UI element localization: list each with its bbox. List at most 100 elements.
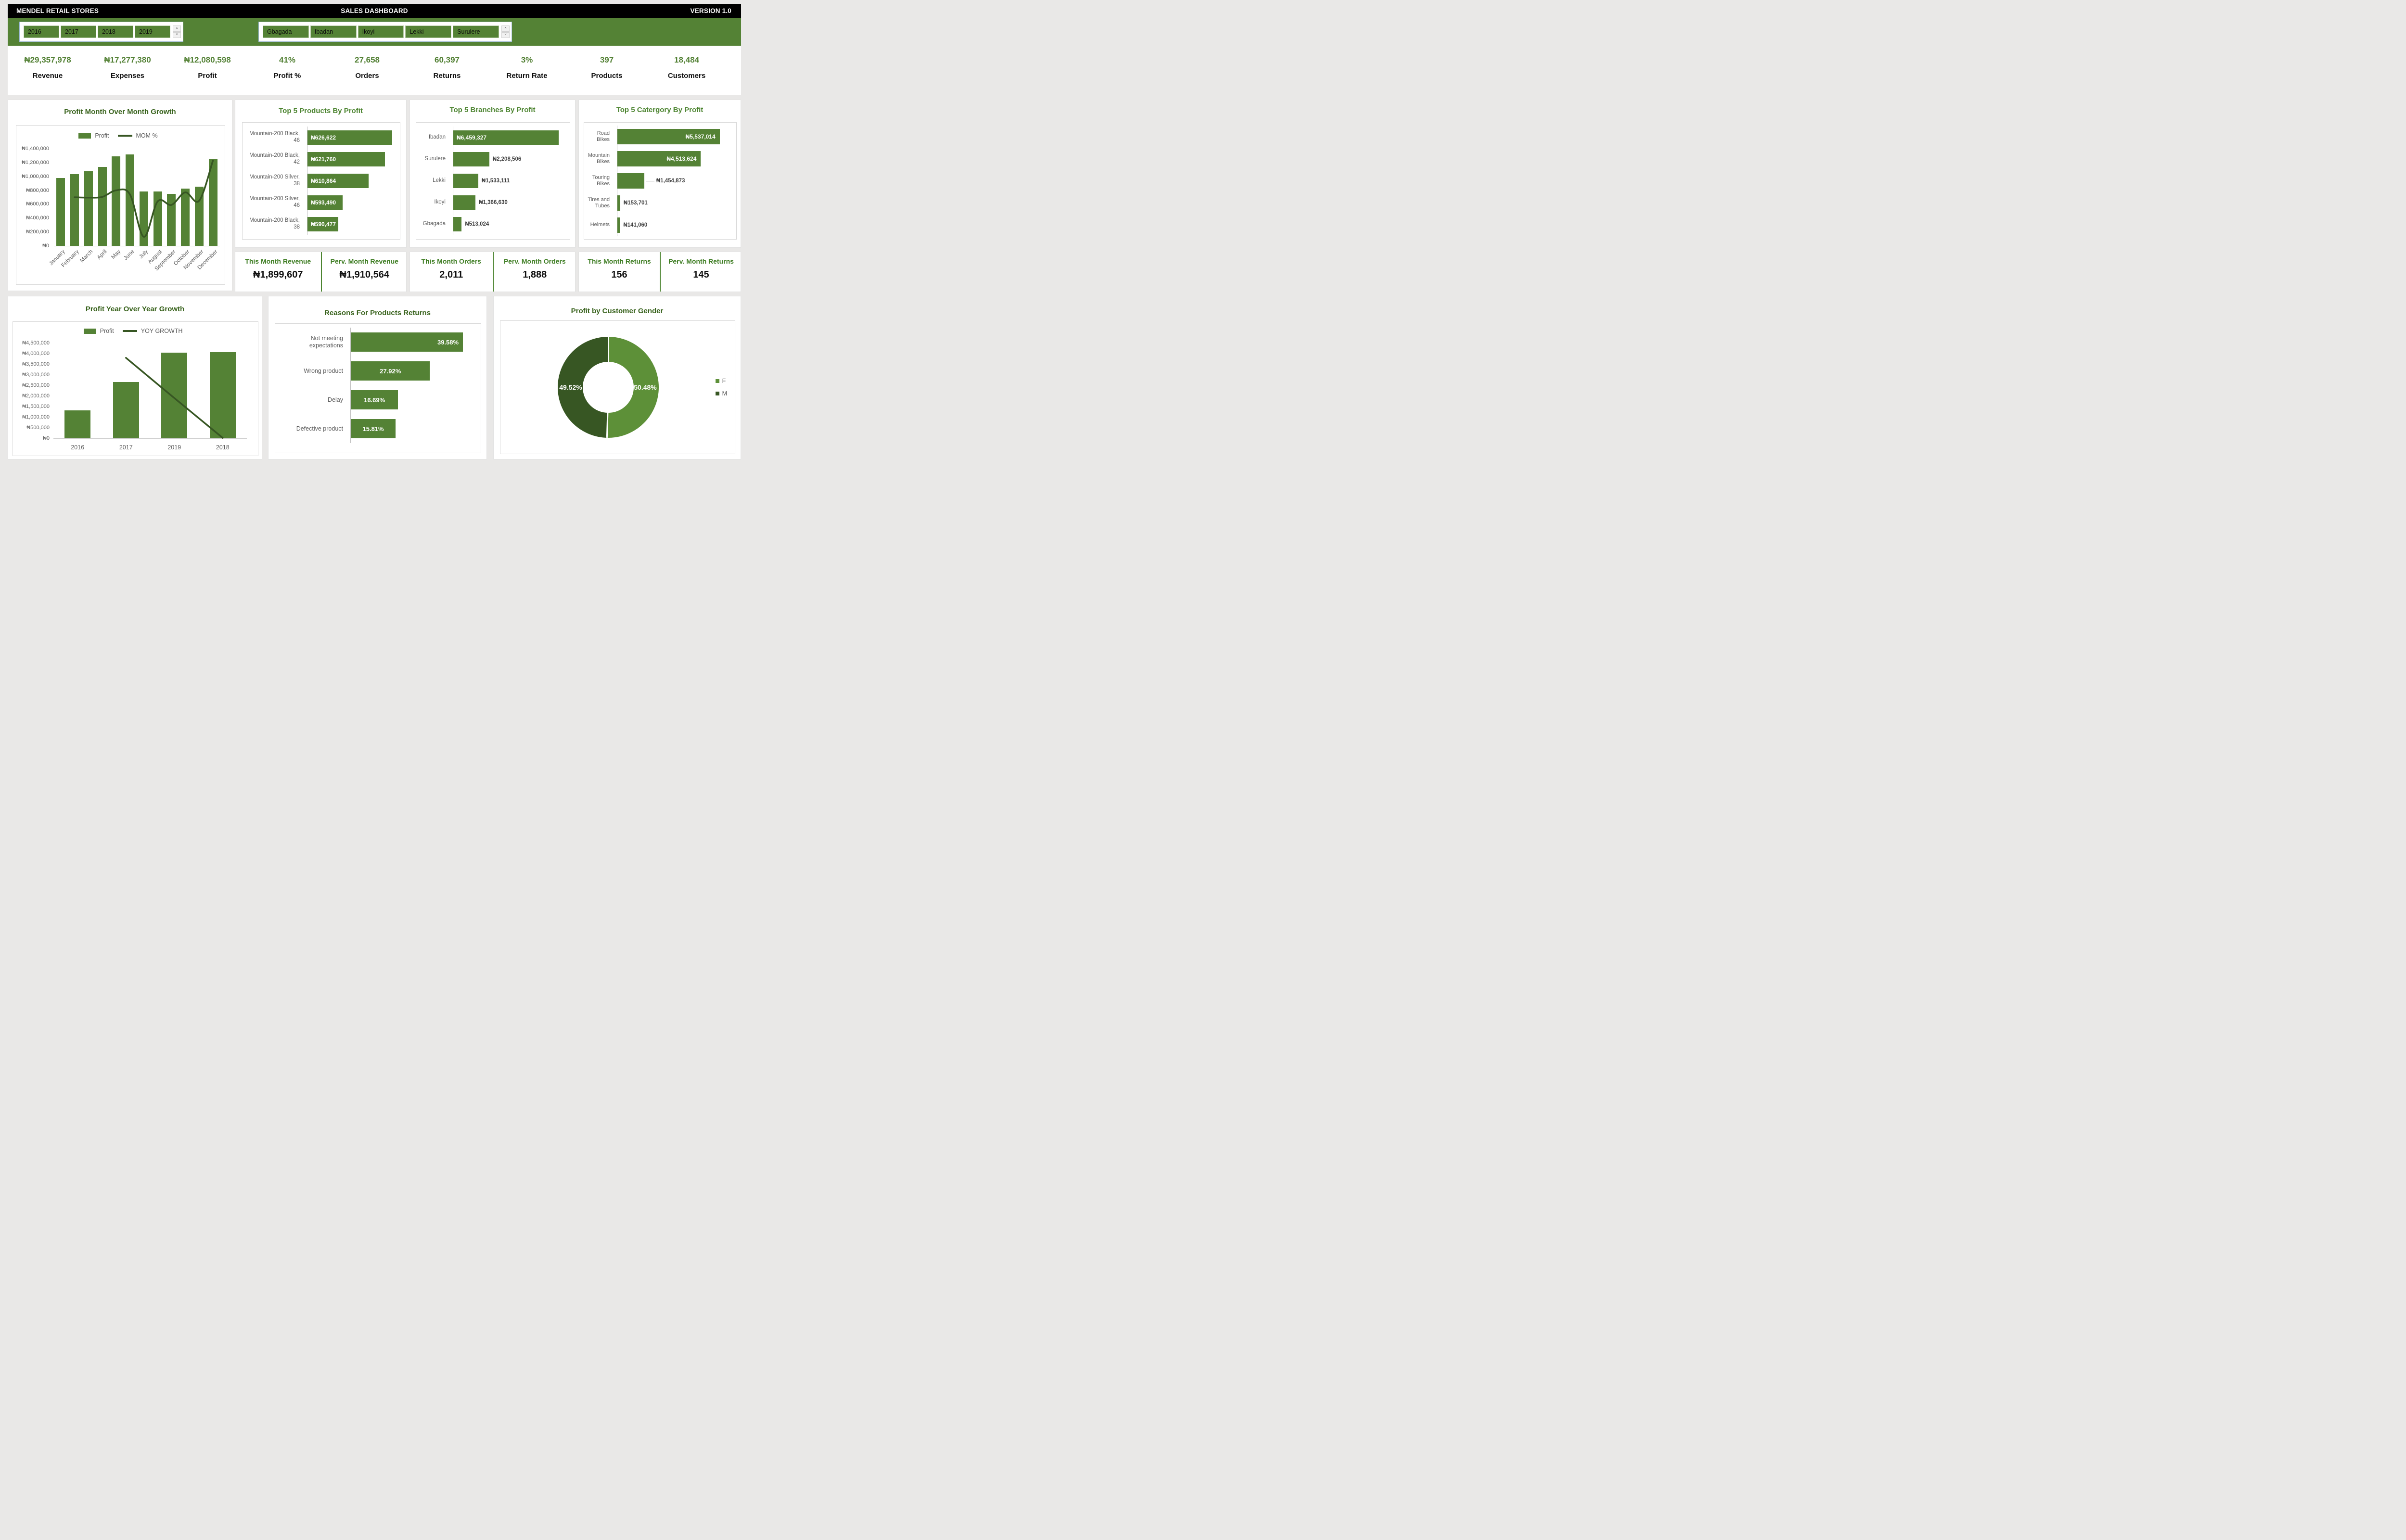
value-label: ₦5,537,014	[686, 129, 716, 144]
branch-slicer: GbagadaIbadanIkoyiLekkiSurulere ˄ ˅	[258, 22, 512, 42]
legend: Profit YOY GROWTH	[13, 328, 258, 334]
value-label: ₦6,459,327	[457, 130, 486, 145]
kpi-products: 397Products	[567, 46, 647, 95]
chart-title: Profit Month Over Month Growth	[8, 108, 232, 116]
x-axis-label: 2019	[167, 444, 181, 451]
chart-row-delay: Delay16.69%	[275, 385, 481, 414]
summary-label: This Month Revenue	[235, 257, 321, 265]
category-label: Lekki	[416, 170, 449, 191]
branches-chartbox: Ibadan₦6,459,327Surulere₦2,208,506Lekki₦…	[416, 122, 570, 240]
x-axis-label: March	[79, 249, 94, 264]
slicer-band: 2016201720182019 ˄ ˅ GbagadaIbadanIkoyiL…	[8, 18, 741, 46]
kpi-value: 60,397	[407, 55, 487, 65]
branch-slicer-scrollbar[interactable]: ˄ ˅	[501, 25, 510, 38]
profit-series-swatch	[78, 133, 91, 139]
value-label: ₦153,701	[624, 200, 648, 206]
chart-row-defective-product: Defective product15.81%	[275, 414, 481, 443]
kpi-label: Products	[567, 72, 647, 80]
year-slicer: 2016201720182019 ˄ ˅	[19, 22, 183, 42]
bar: ₦593,490	[307, 195, 343, 210]
x-axis-label: 2016	[71, 444, 84, 451]
category-label: Tires and Tubes	[584, 192, 613, 214]
chart-title: Reasons For Products Returns	[269, 309, 486, 317]
branch-slicer-button-ikoyi[interactable]: Ikoyi	[358, 25, 404, 38]
value-label: ₦626,622	[311, 130, 336, 145]
bar-zone: ₦513,024	[453, 213, 567, 235]
branch-slicer-items: GbagadaIbadanIkoyiLekkiSurulere	[263, 25, 499, 38]
kpi-expenses: ₦17,277,380Expenses	[88, 46, 167, 95]
return-reasons-panel: Reasons For Products Returns Not meeting…	[268, 296, 487, 459]
this-month-orders-box: This Month Orders2,011	[410, 252, 493, 292]
year-slicer-button-2016[interactable]: 2016	[24, 25, 59, 38]
male-swatch	[716, 392, 719, 395]
kpi-value: ₦12,080,598	[167, 55, 247, 65]
year-slicer-scrollbar[interactable]: ˄ ˅	[173, 25, 181, 38]
scroll-down-icon[interactable]: ˅	[501, 32, 510, 38]
top-category-panel: Top 5 Catergory By Profit Road Bikes₦5,5…	[578, 100, 741, 248]
this-month-returns-box: This Month Returns156	[579, 252, 660, 292]
x-axis-label: May	[110, 249, 122, 260]
category-label: Mountain-200 Black, 42	[243, 148, 303, 170]
value-label: ₦1,533,111	[482, 178, 510, 184]
value-label: 16.69%	[364, 390, 385, 409]
branch-slicer-button-gbagada[interactable]: Gbagada	[263, 25, 309, 38]
legend-label: F	[722, 378, 726, 384]
summary-value: 2,011	[410, 269, 493, 280]
y-axis-tick: ₦2,000,000	[22, 393, 50, 399]
bar-zone: ₦610,864	[307, 170, 397, 191]
bar: ₦5,537,014	[617, 129, 720, 144]
branch-slicer-button-surulere[interactable]: Surulere	[453, 25, 499, 38]
summary-value: 1,888	[494, 269, 576, 280]
bar-zone: ₦4,513,624	[617, 148, 733, 170]
year-slicer-button-2018[interactable]: 2018	[98, 25, 133, 38]
summary-value: ₦1,899,607	[235, 269, 321, 280]
profit-series-swatch	[84, 329, 96, 334]
gender-donut-chart: 49.52% 50.48%	[558, 337, 659, 438]
bar-zone: 16.69%	[350, 385, 478, 414]
scroll-up-icon[interactable]: ˄	[501, 25, 510, 32]
bar-zone: ₦153,701	[617, 192, 733, 214]
legend: F M	[716, 378, 727, 397]
kpi-label: Orders	[327, 72, 407, 80]
legend-item-f: F	[716, 378, 727, 384]
summary-label: This Month Returns	[579, 257, 660, 265]
legend-label: Profit	[100, 328, 114, 334]
value-label: ₦141,060	[623, 222, 647, 228]
perv-month-revenue-box: Perv. Month Revenue₦1,910,564	[321, 252, 408, 292]
y-axis: ₦0₦200,000₦400,000₦600,000₦800,000₦1,000…	[18, 149, 51, 246]
kpi-label: Profit %	[247, 72, 327, 80]
bar-zone: ₦1,366,630	[453, 191, 567, 213]
category-label: Gbagada	[416, 213, 449, 235]
category-label: Wrong product	[275, 356, 346, 385]
branch-slicer-button-lekki[interactable]: Lekki	[405, 25, 451, 38]
bar-zone: 27.92%	[350, 356, 478, 385]
bar	[453, 152, 489, 166]
value-label: ₦4,513,624	[666, 151, 696, 166]
summary-label: Perv. Month Revenue	[322, 257, 408, 265]
kpi-label: Revenue	[8, 72, 88, 80]
male-share-label: 49.52%	[559, 383, 582, 391]
scroll-down-icon[interactable]: ˅	[173, 32, 181, 38]
legend-label: YOY GROWTH	[141, 328, 183, 334]
value-label: ₦2,208,506	[493, 156, 521, 162]
y-axis-tick: ₦1,400,000	[22, 146, 49, 152]
sales-dashboard: MENDEL RETAIL STORES SALES DASHBOARD VER…	[0, 0, 743, 463]
value-label: 39.58%	[437, 332, 459, 352]
value-label: ₦593,490	[311, 195, 336, 210]
y-axis-tick: ₦4,500,000	[22, 340, 50, 346]
kpi-profit: ₦12,080,598Profit	[167, 46, 247, 95]
y-axis-tick: ₦500,000	[26, 425, 50, 431]
top-branches-panel: Top 5 Branches By Profit Ibadan₦6,459,32…	[410, 100, 576, 248]
x-axis-label: 2017	[119, 444, 133, 451]
kpi-label: Return Rate	[487, 72, 567, 80]
bar: ₦626,622	[307, 130, 392, 145]
scroll-up-icon[interactable]: ˄	[173, 25, 181, 32]
chart-title: Top 5 Catergory By Profit	[579, 106, 741, 114]
chart-row-mountain-200-silver-46: Mountain-200 Silver, 46₦593,490	[243, 191, 400, 213]
year-slicer-button-2019[interactable]: 2019	[135, 25, 170, 38]
orders-summary-box: This Month Orders2,011Perv. Month Orders…	[410, 252, 576, 292]
kpi-band: ₦29,357,978Revenue₦17,277,380Expenses₦12…	[8, 46, 741, 95]
branch-slicer-button-ibadan[interactable]: Ibadan	[310, 25, 357, 38]
donut-hole	[583, 362, 634, 413]
year-slicer-button-2017[interactable]: 2017	[61, 25, 96, 38]
